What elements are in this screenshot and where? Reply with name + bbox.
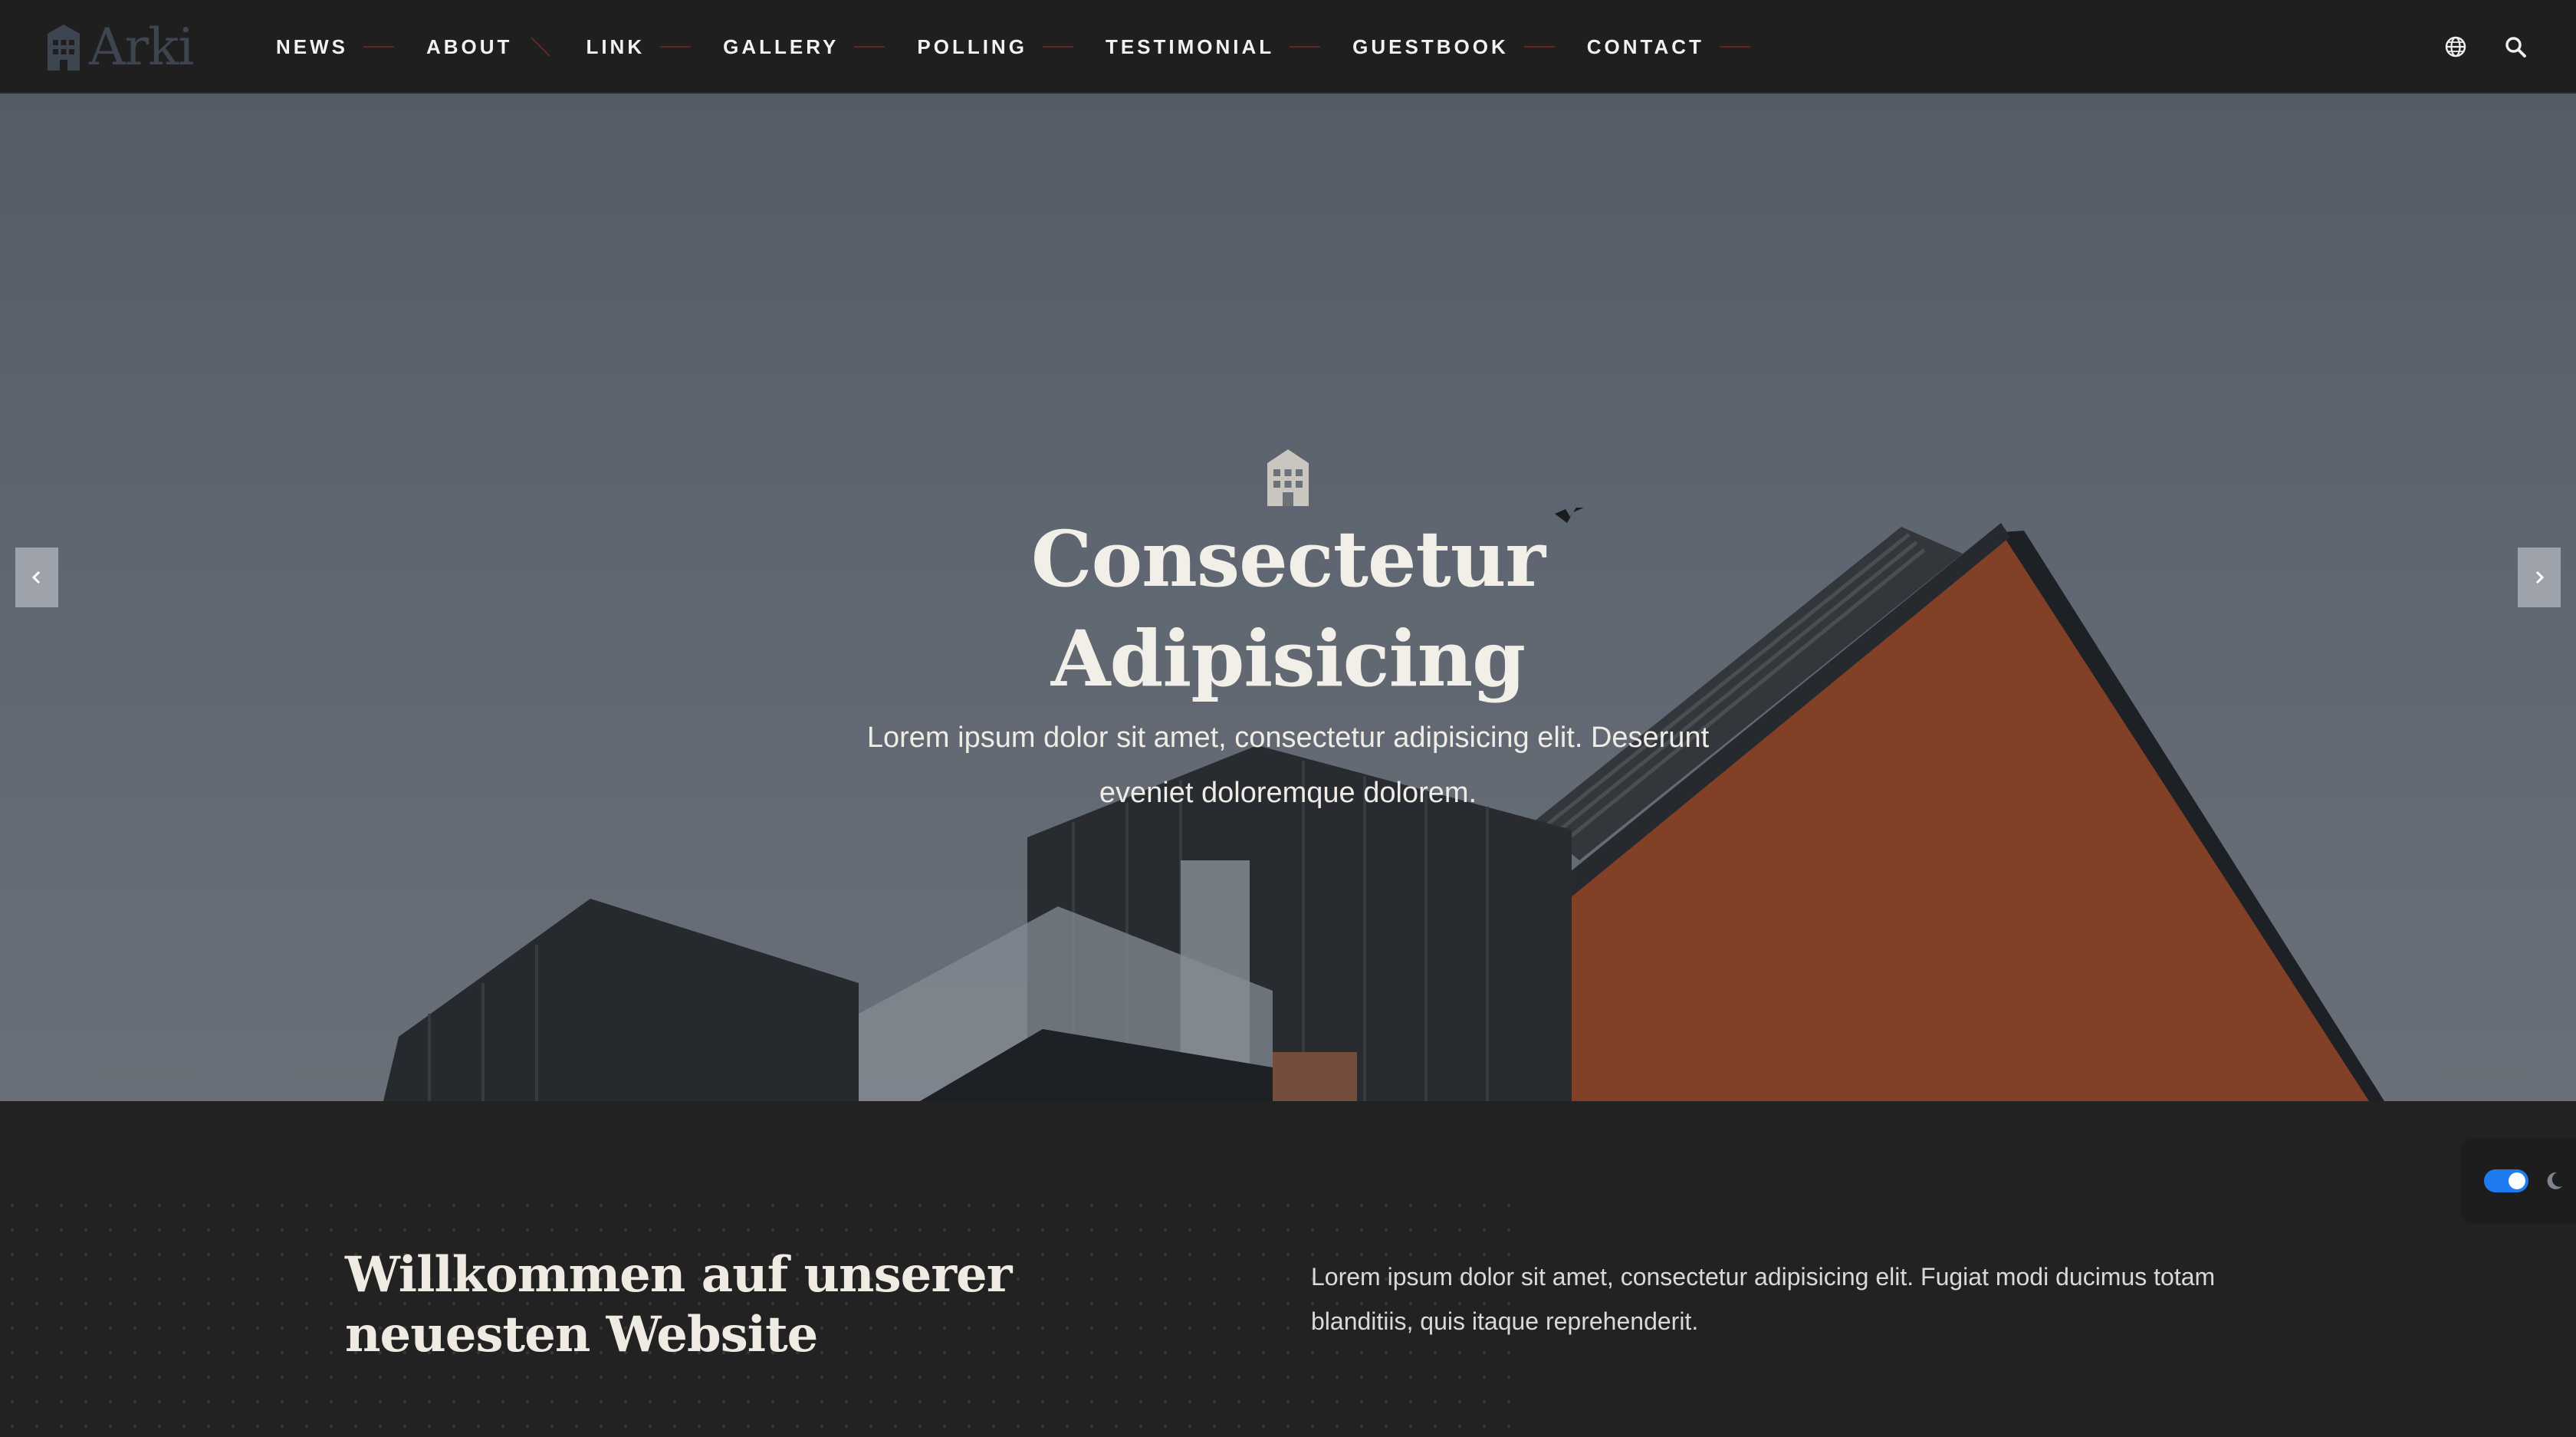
nav-item-about[interactable]: ABOUT [426, 0, 554, 94]
nav-separator-active [531, 37, 551, 57]
slider-next-button[interactable] [2518, 548, 2561, 607]
nav-separator [660, 46, 692, 48]
logo-text: Arki [89, 17, 194, 77]
nav-separator [363, 46, 394, 48]
main-nav: NEWS ABOUT LINK GALLERY POLLING TESTIMON… [276, 0, 1783, 94]
theme-toggle-panel [2461, 1138, 2576, 1224]
welcome-section: Willkommen auf unserer neuesten Website … [0, 1101, 2576, 1437]
welcome-title: Willkommen auf unserer neuesten Website [345, 1246, 1012, 1363]
nav-label: NEWS [276, 35, 348, 58]
nav-item-link[interactable]: LINK [586, 0, 692, 94]
nav-label: LINK [586, 35, 646, 58]
nav-separator [1290, 46, 1321, 48]
nav-label: TESTIMONIAL [1105, 35, 1275, 58]
hero-description: Lorem ipsum dolor sit amet, consectetur … [866, 722, 1710, 809]
chevron-right-icon [2535, 571, 2545, 584]
nav-item-contact[interactable]: CONTACT [1587, 0, 1750, 94]
switch-knob [2509, 1172, 2525, 1189]
nav-label: ABOUT [426, 35, 513, 58]
logo[interactable]: Arki [44, 17, 194, 77]
nav-separator [1719, 46, 1750, 48]
building-icon [1267, 449, 1309, 506]
moon-icon [2547, 1172, 2562, 1189]
nav-item-polling[interactable]: POLLING [917, 0, 1073, 94]
search-button[interactable] [2502, 34, 2528, 60]
nav-separator [1042, 46, 1073, 48]
globe-icon [2445, 36, 2466, 58]
language-button[interactable] [2443, 34, 2469, 60]
nav-item-news[interactable]: NEWS [276, 0, 394, 94]
dark-mode-switch[interactable] [2484, 1169, 2528, 1192]
hero-caption: Consectetur Adipisicing Lorem ipsum dolo… [828, 446, 1748, 820]
nav-item-guestbook[interactable]: GUESTBOOK [1352, 0, 1555, 94]
search-icon [2505, 37, 2526, 58]
welcome-text: Lorem ipsum dolor sit amet, consectetur … [1311, 1263, 2216, 1335]
site-header: Arki NEWS ABOUT LINK GALLERY POLLING TES… [0, 0, 2576, 94]
hero-slider: Consectetur Adipisicing Lorem ipsum dolo… [0, 94, 2576, 1101]
slider-prev-button[interactable] [15, 548, 58, 607]
chevron-left-icon [31, 571, 41, 584]
nav-item-testimonial[interactable]: TESTIMONIAL [1105, 0, 1321, 94]
nav-label: CONTACT [1586, 35, 1704, 58]
nav-label: GUESTBOOK [1352, 35, 1509, 58]
hero-title: Consectetur Adipisicing [1030, 514, 1546, 704]
nav-separator [1523, 46, 1555, 48]
nav-label: POLLING [917, 35, 1027, 58]
nav-item-gallery[interactable]: GALLERY [723, 0, 886, 94]
header-tools [2443, 0, 2528, 94]
building-logo-icon [48, 25, 80, 71]
nav-label: GALLERY [723, 35, 840, 58]
nav-separator [854, 46, 886, 48]
